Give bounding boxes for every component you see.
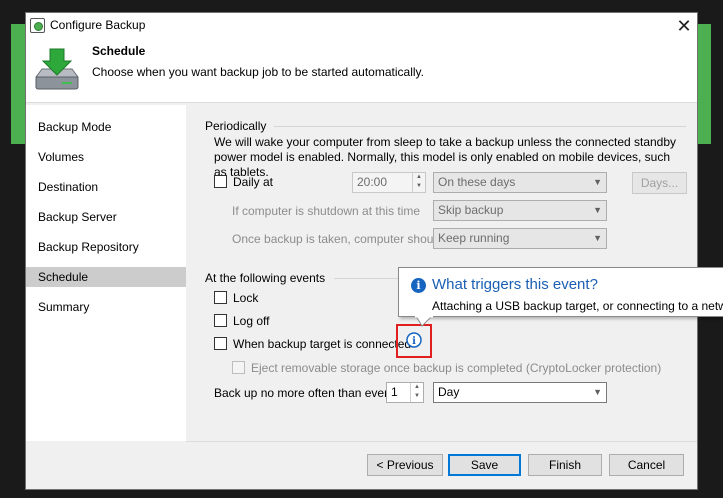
tooltip-pointer (415, 316, 433, 327)
often-label: Back up no more often than every (214, 386, 395, 400)
after-backup-select[interactable]: Keep running ▼ (433, 228, 607, 249)
often-value: 1 (391, 385, 398, 399)
title-bar: Configure Backup ✕ (26, 13, 697, 39)
page-subtitle: Choose when you want backup job to be st… (92, 65, 424, 79)
events-label: At the following events (205, 271, 326, 285)
tooltip-body: Attaching a USB backup target, or connec… (432, 299, 723, 313)
previous-button[interactable]: < Previous (367, 454, 443, 476)
highlight-box (396, 324, 432, 358)
divider (334, 278, 402, 279)
close-icon[interactable]: ✕ (672, 15, 696, 37)
event-tooltip: i What triggers this event? Attaching a … (398, 267, 723, 317)
wizard-steps: Backup Mode Volumes Destination Backup S… (26, 105, 186, 441)
eject-storage-label: Eject removable storage once backup is c… (251, 361, 662, 375)
often-value-input[interactable]: 1 ▲ ▼ (386, 382, 424, 403)
periodically-label: Periodically (205, 119, 267, 133)
info-icon: i (411, 278, 426, 293)
shutdown-label: If computer is shutdown at this time (232, 204, 421, 218)
daily-at-checkbox[interactable] (214, 175, 227, 188)
shutdown-select-value: Skip backup (438, 203, 504, 217)
after-backup-label: Once backup is taken, computer should (232, 232, 443, 246)
finish-button[interactable]: Finish (528, 454, 602, 476)
footer-divider (186, 441, 697, 442)
often-spin-icon[interactable]: ▲ ▼ (410, 383, 423, 402)
logoff-label: Log off (233, 314, 270, 328)
target-connected-checkbox[interactable] (214, 337, 227, 350)
tooltip-title: What triggers this event? (432, 276, 598, 293)
sidebar-item-backup-server[interactable]: Backup Server (26, 207, 186, 227)
chevron-down-icon: ▼ (593, 205, 602, 215)
shutdown-select[interactable]: Skip backup ▼ (433, 200, 607, 221)
wizard-header: Schedule Choose when you want backup job… (26, 39, 697, 103)
daily-at-label: Daily at (233, 175, 274, 189)
target-connected-label: When backup target is connected (233, 337, 412, 351)
sidebar-item-backup-repository[interactable]: Backup Repository (26, 237, 186, 257)
sidebar-item-destination[interactable]: Destination (26, 177, 186, 197)
app-icon (30, 18, 45, 33)
chevron-down-icon: ▼ (593, 387, 602, 397)
days-button[interactable]: Days... (632, 172, 687, 194)
lock-checkbox[interactable] (214, 291, 227, 304)
logoff-checkbox[interactable] (214, 314, 227, 327)
configure-backup-dialog: Configure Backup ✕ Schedule Choose when … (25, 12, 698, 490)
background-window-edge-left (11, 24, 25, 144)
divider (274, 126, 686, 127)
chevron-down-icon: ▼ (593, 233, 602, 243)
days-select[interactable]: On these days ▼ (433, 172, 607, 193)
backup-drive-icon (35, 48, 79, 90)
after-backup-select-value: Keep running (438, 231, 510, 245)
daily-time-value: 20:00 (357, 175, 388, 189)
lock-label: Lock (233, 291, 259, 305)
cancel-button[interactable]: Cancel (609, 454, 684, 476)
save-button[interactable]: Save (448, 454, 521, 476)
window-title: Configure Backup (50, 18, 146, 32)
sidebar-item-backup-mode[interactable]: Backup Mode (26, 117, 186, 137)
chevron-down-icon: ▼ (593, 177, 602, 187)
sidebar-item-schedule[interactable]: Schedule (26, 267, 186, 287)
often-unit-value: Day (438, 385, 460, 399)
page-title: Schedule (92, 44, 146, 58)
sidebar-item-volumes[interactable]: Volumes (26, 147, 186, 167)
sidebar-item-summary[interactable]: Summary (26, 297, 186, 317)
background-window-edge-right (697, 24, 711, 144)
daily-time-input[interactable]: 20:00 ▲ ▼ (352, 172, 426, 193)
days-select-value: On these days (438, 175, 516, 189)
time-spin-icon[interactable]: ▲ ▼ (412, 173, 425, 192)
eject-storage-checkbox[interactable] (232, 361, 245, 374)
often-unit-select[interactable]: Day ▼ (433, 382, 607, 403)
